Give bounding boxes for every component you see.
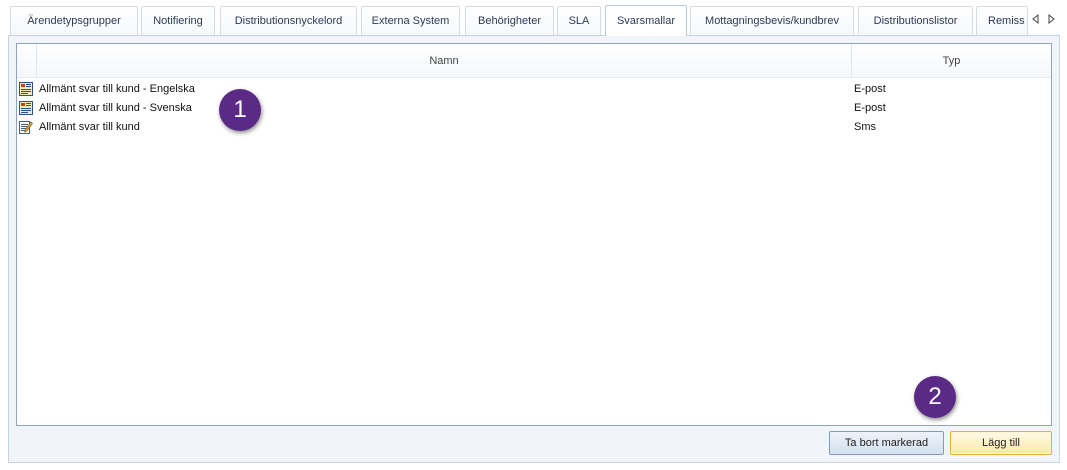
tab-distributionsnyckelord[interactable]: Distributionsnyckelord: [220, 6, 357, 35]
table-row[interactable]: Allmänt svar till kund - Svenska E-post: [17, 99, 1051, 118]
tab-svarsmallar[interactable]: Svarsmallar: [605, 5, 687, 36]
callout-badge-2: 2: [914, 376, 956, 418]
tab-sla[interactable]: SLA: [557, 6, 601, 35]
tab-notifiering[interactable]: Notifiering: [141, 6, 215, 35]
tab-externa-system[interactable]: Externa System: [361, 6, 460, 35]
email-template-icon: [19, 82, 33, 96]
callout-badge-1: 1: [219, 89, 261, 131]
tab-strip: Ärendetypsgrupper Notifiering Distributi…: [0, 0, 1067, 36]
sms-template-icon: [19, 120, 33, 134]
add-button[interactable]: Lägg till: [950, 431, 1052, 455]
tab-mottagningsbevis-kundbrev[interactable]: Mottagningsbevis/kundbrev: [690, 6, 854, 35]
template-name: Allmänt svar till kund - Svenska: [39, 102, 192, 114]
template-type: Sms: [854, 121, 876, 133]
tab-distributionslistor[interactable]: Distributionslistor: [858, 6, 973, 35]
email-template-icon: [19, 101, 33, 115]
tab-remiss[interactable]: Remiss: [976, 6, 1028, 35]
template-type: E-post: [854, 102, 886, 114]
table-row[interactable]: Allmänt svar till kund Sms: [17, 118, 1051, 137]
template-type: E-post: [854, 83, 886, 95]
tab-behorigheter[interactable]: Behörigheter: [465, 6, 554, 35]
column-header-name[interactable]: Namn: [37, 44, 852, 78]
grid-header: Namn Typ: [17, 44, 1051, 78]
row-selector-header[interactable]: [17, 44, 37, 78]
tab-scroll-right-icon[interactable]: [1046, 12, 1058, 26]
tab-scroll-left-icon[interactable]: [1029, 12, 1041, 26]
remove-selected-button[interactable]: Ta bort markerad: [829, 431, 944, 455]
column-header-type[interactable]: Typ: [852, 44, 1051, 78]
table-row[interactable]: Allmänt svar till kund - Engelska E-post: [17, 80, 1051, 99]
templates-grid[interactable]: Namn Typ Allmänt svar till kund - Engels…: [16, 43, 1052, 426]
tab-arendetypsgrupper[interactable]: Ärendetypsgrupper: [10, 6, 138, 35]
template-name: Allmänt svar till kund: [39, 121, 140, 133]
template-name: Allmänt svar till kund - Engelska: [39, 83, 195, 95]
svarsmallar-panel: Namn Typ Allmänt svar till kund - Engels…: [8, 35, 1060, 463]
